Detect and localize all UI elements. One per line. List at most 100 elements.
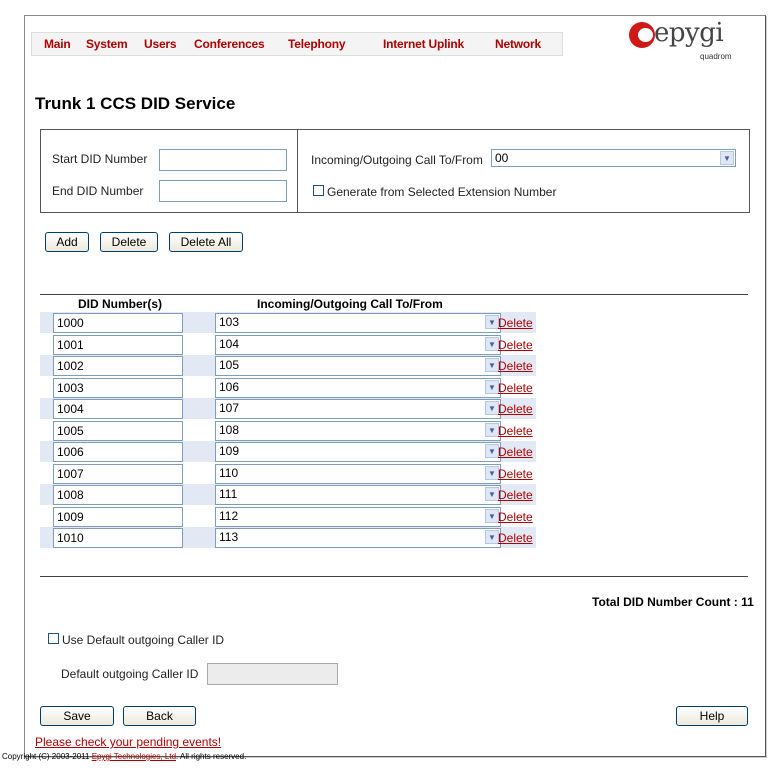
save-button[interactable]: Save: [40, 706, 114, 726]
chevron-down-icon: ▼: [485, 358, 499, 372]
delete-all-button[interactable]: Delete All: [169, 232, 243, 252]
default-caller-id-input[interactable]: [207, 663, 338, 685]
default-caller-id-label: Default outgoing Caller ID: [61, 667, 199, 681]
end-did-input[interactable]: [159, 180, 287, 202]
generate-from-extension-label: Generate from Selected Extension Number: [327, 185, 557, 199]
row-delete-link[interactable]: Delete: [498, 467, 533, 481]
chevron-down-icon: ▼: [485, 530, 499, 544]
call-to-from-row-select[interactable]: 104 ▼: [215, 334, 501, 355]
logo-subtitle: quadrom: [700, 52, 732, 61]
page-title: Trunk 1 CCS DID Service: [35, 94, 236, 113]
call-to-from-row-select[interactable]: 111 ▼: [215, 485, 501, 505]
table-bottom-divider: [40, 576, 748, 577]
table-row: 107 ▼Delete: [40, 398, 536, 419]
copyright-suffix: . All rights reserved.: [176, 752, 247, 761]
help-button[interactable]: Help: [676, 706, 748, 726]
row-delete-link[interactable]: Delete: [498, 338, 533, 352]
menu-conferences[interactable]: Conferences: [194, 37, 265, 51]
call-to-from-value: 00: [495, 151, 509, 165]
logo-word: epygi: [654, 18, 724, 48]
call-to-from-row-select[interactable]: 106 ▼: [215, 377, 501, 398]
delete-button[interactable]: Delete: [100, 232, 158, 252]
row-delete-link[interactable]: Delete: [498, 531, 533, 545]
did-number-input[interactable]: [53, 528, 183, 548]
row-extension-value: 109: [219, 444, 240, 458]
did-number-input[interactable]: [53, 442, 183, 462]
start-did-label: Start DID Number: [52, 152, 148, 166]
row-extension-value: 111: [219, 487, 238, 501]
menu-main[interactable]: Main: [44, 37, 71, 51]
logo-mark: [629, 22, 655, 48]
row-delete-link[interactable]: Delete: [498, 424, 533, 438]
epygi-logo: epygi quadrom: [624, 18, 744, 62]
did-number-input[interactable]: [53, 313, 183, 333]
menu-network[interactable]: Network: [495, 37, 541, 51]
did-number-input[interactable]: [53, 463, 183, 484]
chevron-down-icon: ▼: [485, 401, 499, 415]
total-did-count: Total DID Number Count : 11: [592, 595, 754, 609]
col-header-call: Incoming/Outgoing Call To/From: [257, 297, 443, 311]
call-to-from-row-select[interactable]: 113 ▼: [215, 528, 501, 548]
row-extension-value: 112: [219, 508, 239, 523]
row-extension-value: 110: [219, 465, 239, 480]
chevron-down-icon: ▼: [720, 151, 734, 165]
copyright-footer: Copyright (C) 2003-2011 Epygi Technologi…: [2, 752, 246, 761]
did-number-input[interactable]: [53, 377, 183, 398]
did-number-input[interactable]: [53, 356, 183, 376]
call-to-from-row-select[interactable]: 105 ▼: [215, 356, 501, 376]
col-header-did: DID Number(s): [78, 297, 163, 311]
row-delete-link[interactable]: Delete: [498, 359, 533, 373]
call-to-from-row-select[interactable]: 107 ▼: [215, 399, 501, 419]
end-did-label: End DID Number: [52, 184, 144, 198]
call-to-from-select[interactable]: 00 ▼: [491, 149, 736, 167]
table-row: 108 ▼Delete: [40, 420, 536, 441]
use-default-caller-id-label: Use Default outgoing Caller ID: [62, 633, 225, 647]
table-row: 104 ▼Delete: [40, 334, 536, 355]
table-row: 111 ▼Delete: [40, 484, 536, 505]
chevron-down-icon: ▼: [485, 508, 499, 523]
use-default-caller-id-checkbox[interactable]: [48, 633, 59, 644]
call-to-from-row-select[interactable]: 110 ▼: [215, 463, 501, 484]
call-to-from-row-select[interactable]: 103 ▼: [215, 313, 501, 333]
row-extension-value: 104: [219, 336, 240, 351]
row-delete-link[interactable]: Delete: [498, 445, 533, 459]
call-to-from-label: Incoming/Outgoing Call To/From: [311, 153, 483, 167]
chevron-down-icon: ▼: [485, 422, 499, 437]
menu-internet-uplink[interactable]: Internet Uplink: [383, 37, 464, 51]
menu-users[interactable]: Users: [144, 37, 177, 51]
row-delete-link[interactable]: Delete: [498, 510, 533, 524]
form-divider: [297, 130, 298, 212]
top-menu: Main System Users Conferences Telephony …: [31, 32, 563, 56]
did-number-input[interactable]: [53, 334, 183, 355]
add-did-form: Start DID Number End DID Number Incoming…: [40, 129, 750, 213]
chevron-down-icon: ▼: [485, 465, 499, 480]
did-number-input[interactable]: [53, 399, 183, 419]
row-delete-link[interactable]: Delete: [498, 316, 533, 330]
table-row: 109 ▼Delete: [40, 441, 536, 462]
row-delete-link[interactable]: Delete: [498, 381, 533, 395]
back-button[interactable]: Back: [123, 706, 196, 726]
row-extension-value: 107: [219, 401, 240, 415]
company-link[interactable]: Epygi Technologies, Ltd: [92, 752, 176, 761]
table-row: 113 ▼Delete: [40, 527, 536, 548]
row-delete-link[interactable]: Delete: [498, 402, 533, 416]
did-number-input[interactable]: [53, 506, 183, 527]
copyright-prefix: Copyright (C) 2003-2011: [2, 752, 92, 761]
menu-system[interactable]: System: [86, 37, 128, 51]
menu-telephony[interactable]: Telephony: [288, 37, 346, 51]
table-row: 112 ▼Delete: [40, 506, 536, 527]
did-number-input[interactable]: [53, 485, 183, 505]
call-to-from-row-select[interactable]: 108 ▼: [215, 420, 501, 441]
call-to-from-row-select[interactable]: 112 ▼: [215, 506, 501, 527]
pending-events-link[interactable]: Please check your pending events!: [35, 735, 221, 749]
generate-from-extension-checkbox[interactable]: [313, 185, 324, 196]
table-row: 103 ▼Delete: [40, 312, 536, 333]
table-row: 110 ▼Delete: [40, 463, 536, 484]
start-did-input[interactable]: [159, 149, 287, 171]
add-button[interactable]: Add: [45, 232, 89, 252]
call-to-from-row-select[interactable]: 109 ▼: [215, 442, 501, 462]
did-number-input[interactable]: [53, 420, 183, 441]
row-delete-link[interactable]: Delete: [498, 488, 533, 502]
row-extension-value: 106: [219, 379, 240, 394]
row-extension-value: 105: [219, 358, 240, 372]
